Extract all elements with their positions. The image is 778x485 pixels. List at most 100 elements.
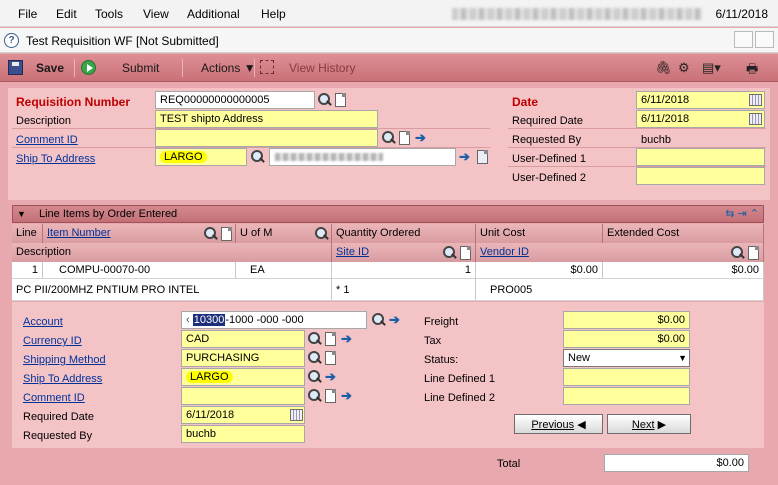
new-document-icon[interactable] xyxy=(460,246,471,260)
user-defined-1-field[interactable] xyxy=(636,148,765,166)
ship-to-address-field[interactable]: LARGO xyxy=(155,148,247,166)
search-icon[interactable] xyxy=(308,370,322,384)
search-icon[interactable] xyxy=(443,246,457,260)
menu-additional[interactable]: Additional xyxy=(187,7,240,21)
report-icon[interactable]: ▤▾ xyxy=(702,60,721,76)
currency-id-field[interactable]: CAD xyxy=(181,330,305,348)
new-document-icon[interactable] xyxy=(399,131,410,145)
menu-edit[interactable]: Edit xyxy=(56,7,77,21)
freight-field[interactable]: $0.00 xyxy=(563,311,690,329)
required-date-field[interactable]: 6/11/2018 xyxy=(181,406,305,424)
shipping-method-link[interactable]: Shipping Method xyxy=(23,354,106,366)
toolbar-divider xyxy=(74,59,75,77)
submit-icon[interactable] xyxy=(81,60,96,75)
search-icon[interactable] xyxy=(382,131,396,145)
search-icon[interactable] xyxy=(318,93,332,107)
ship-to-address-link[interactable]: Ship To Address xyxy=(16,153,95,165)
cell-item-number[interactable]: COMPU-00070-00 xyxy=(43,262,236,279)
collapse-icon[interactable]: ▼ xyxy=(17,209,26,219)
search-icon[interactable] xyxy=(204,227,218,241)
submit-button[interactable]: Submit xyxy=(122,61,159,75)
view-history-button[interactable]: View History xyxy=(289,61,355,75)
requisition-number-field[interactable]: REQ00000000000005 xyxy=(155,91,315,109)
cell-description[interactable]: PC PII/200MHZ PNTIUM PRO INTEL xyxy=(12,279,332,301)
comment-id-field[interactable] xyxy=(181,387,305,405)
search-icon[interactable] xyxy=(308,389,322,403)
user-date[interactable]: 6/11/2018 xyxy=(716,7,769,21)
required-date-field[interactable]: 6/11/2018 xyxy=(636,110,765,128)
description-field[interactable]: TEST shipto Address xyxy=(155,110,378,128)
save-icon[interactable] xyxy=(8,60,23,75)
status-label: Status: xyxy=(424,354,459,366)
calendar-icon[interactable] xyxy=(749,94,762,106)
new-document-icon[interactable] xyxy=(221,227,232,241)
actions-menu[interactable]: Actions ▼ xyxy=(201,61,256,75)
new-document-icon[interactable] xyxy=(325,389,336,403)
minimize-button[interactable] xyxy=(734,31,753,48)
line-defined-1-label: Line Defined 1 xyxy=(424,373,495,385)
cell-unit-cost[interactable]: $0.00 xyxy=(476,262,603,279)
comment-id-link[interactable]: Comment ID xyxy=(23,392,85,404)
search-icon[interactable] xyxy=(731,246,745,260)
cell-line[interactable]: 1 xyxy=(12,262,43,279)
toolbar: Save Submit Actions ▼ View History 🖇 ⚙ ▤… xyxy=(0,54,778,82)
arrow-right-icon[interactable]: ➔ xyxy=(459,150,473,164)
save-button[interactable]: Save xyxy=(36,61,64,75)
print-icon[interactable]: 🖶 xyxy=(746,60,758,82)
ship-to-address-field[interactable]: LARGO xyxy=(181,368,305,386)
ship-to-address-link[interactable]: Ship To Address xyxy=(23,373,102,385)
currency-id-link[interactable]: Currency ID xyxy=(23,335,82,347)
search-icon[interactable] xyxy=(308,332,322,346)
date-field[interactable]: 6/11/2018 xyxy=(636,91,765,109)
menu-view[interactable]: View xyxy=(143,7,169,21)
menu-file[interactable]: File xyxy=(18,7,37,21)
maximize-button[interactable] xyxy=(755,31,774,48)
requested-by-label: Requested By xyxy=(512,134,582,146)
cell-quantity[interactable]: 1 xyxy=(332,262,476,279)
shipping-method-field[interactable]: PURCHASING xyxy=(181,349,305,367)
comment-id-link[interactable]: Comment ID xyxy=(16,134,78,146)
arrow-right-icon[interactable]: ➔ xyxy=(325,370,339,384)
envelope-icon[interactable] xyxy=(477,150,488,164)
cell-vendor-id[interactable]: PRO005 xyxy=(476,279,764,301)
user-defined-2-field[interactable] xyxy=(636,167,765,185)
menu-tools[interactable]: Tools xyxy=(95,7,123,21)
new-document-icon[interactable] xyxy=(335,93,346,107)
search-icon[interactable] xyxy=(308,351,322,365)
new-document-icon[interactable] xyxy=(325,351,336,365)
next-button[interactable]: Next ▶ xyxy=(607,414,691,434)
arrow-right-icon[interactable]: ➔ xyxy=(389,313,403,327)
arrow-right-icon[interactable]: ➔ xyxy=(415,131,429,145)
line-defined-2-field[interactable] xyxy=(563,387,690,405)
search-icon[interactable] xyxy=(372,313,386,327)
account-field[interactable]: ‹ 10300-1000 -000 -000 xyxy=(181,311,367,329)
search-icon[interactable] xyxy=(315,227,329,241)
required-date-label: Required Date xyxy=(23,411,94,423)
previous-button[interactable]: Previous ◀ xyxy=(514,414,603,434)
account-link[interactable]: Account xyxy=(23,316,63,328)
view-history-icon[interactable] xyxy=(260,60,274,74)
new-document-icon[interactable] xyxy=(748,246,759,260)
options-icon[interactable]: ⚙ xyxy=(678,60,690,76)
help-icon[interactable]: ? xyxy=(4,33,19,48)
expand-icon[interactable]: ⇆ ⇥ ⌃ xyxy=(725,207,759,220)
chevron-left-icon[interactable]: ‹ xyxy=(186,314,190,326)
status-dropdown[interactable]: New ▼ xyxy=(563,349,690,367)
calendar-icon[interactable] xyxy=(290,409,303,421)
calendar-icon[interactable] xyxy=(749,113,762,125)
line-defined-1-field[interactable] xyxy=(563,368,690,386)
cell-site-id[interactable]: * 1 xyxy=(332,279,476,301)
divider xyxy=(12,128,490,129)
arrow-right-icon[interactable]: ➔ xyxy=(341,332,355,346)
cell-uom[interactable]: EA xyxy=(236,262,332,279)
arrow-right-icon[interactable]: ➔ xyxy=(341,389,355,403)
cell-extended-cost[interactable]: $0.00 xyxy=(603,262,764,279)
search-icon[interactable] xyxy=(251,150,265,164)
comment-id-field[interactable] xyxy=(155,129,378,147)
col-vendor-id[interactable]: Vendor ID xyxy=(476,243,764,262)
requested-by-field[interactable]: buchb xyxy=(181,425,305,443)
attachment-icon[interactable]: 🖇 xyxy=(655,60,672,76)
tax-field[interactable]: $0.00 xyxy=(563,330,690,348)
new-document-icon[interactable] xyxy=(325,332,336,346)
menu-help[interactable]: Help xyxy=(261,7,286,21)
